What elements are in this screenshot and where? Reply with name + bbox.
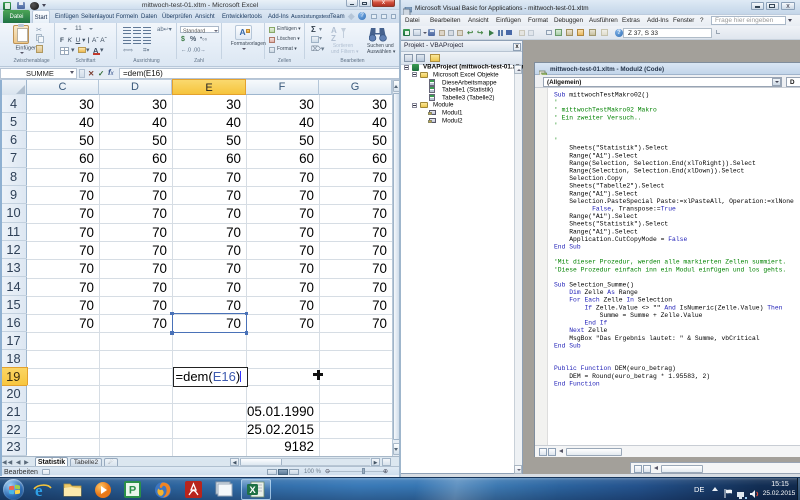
svg-text:e: e (35, 481, 43, 499)
svg-text:X: X (249, 485, 256, 496)
svg-text:P: P (129, 485, 136, 497)
svg-text:Z: Z (331, 34, 336, 42)
